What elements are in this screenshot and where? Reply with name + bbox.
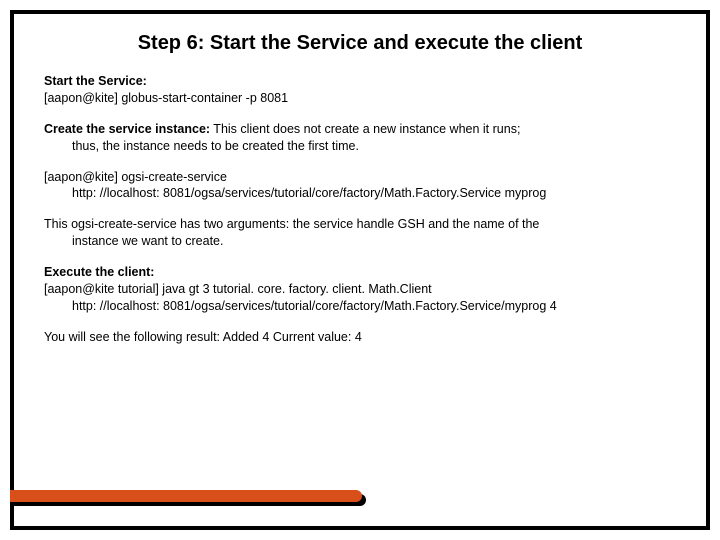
title-step: Step 6: (138, 32, 205, 54)
slide-frame: Step 6: Start the Service and execute th… (10, 10, 710, 530)
execute-client-line2: http: //localhost: 8081/ogsa/services/tu… (44, 298, 676, 315)
start-service-label: Start the Service: (44, 74, 147, 88)
ogsi-cmd-line1: [aapon@kite] ogsi-create-service (44, 170, 227, 184)
execute-client-section: Execute the client: [aapon@kite tutorial… (44, 264, 676, 315)
slide-title: Step 6: Start the Service and execute th… (44, 32, 676, 55)
create-instance-text: This client does not create a new instan… (210, 122, 520, 136)
accent-bar (10, 490, 362, 502)
ogsi-desc-section: This ogsi-create-service has two argumen… (44, 216, 676, 250)
ogsi-cmd-line2: http: //localhost: 8081/ogsa/services/tu… (44, 185, 676, 202)
result-text: You will see the following result: Added… (44, 330, 362, 344)
ogsi-cmd-section: [aapon@kite] ogsi-create-service http: /… (44, 169, 676, 203)
create-instance-line2: thus, the instance needs to be created t… (44, 138, 676, 155)
ogsi-desc-line2: instance we want to create. (44, 233, 676, 250)
create-instance-label: Create the service instance: (44, 122, 210, 136)
accent-orange (10, 490, 362, 502)
execute-client-line1: [aapon@kite tutorial] java gt 3 tutorial… (44, 282, 432, 296)
title-text: Start the Service and execute the client (204, 32, 582, 54)
start-service-section: Start the Service: [aapon@kite] globus-s… (44, 73, 676, 107)
create-instance-section: Create the service instance: This client… (44, 121, 676, 155)
result-section: You will see the following result: Added… (44, 329, 676, 346)
start-service-cmd: [aapon@kite] globus-start-container -p 8… (44, 91, 288, 105)
ogsi-desc-line1: This ogsi-create-service has two argumen… (44, 217, 539, 231)
execute-client-label: Execute the client: (44, 265, 154, 279)
